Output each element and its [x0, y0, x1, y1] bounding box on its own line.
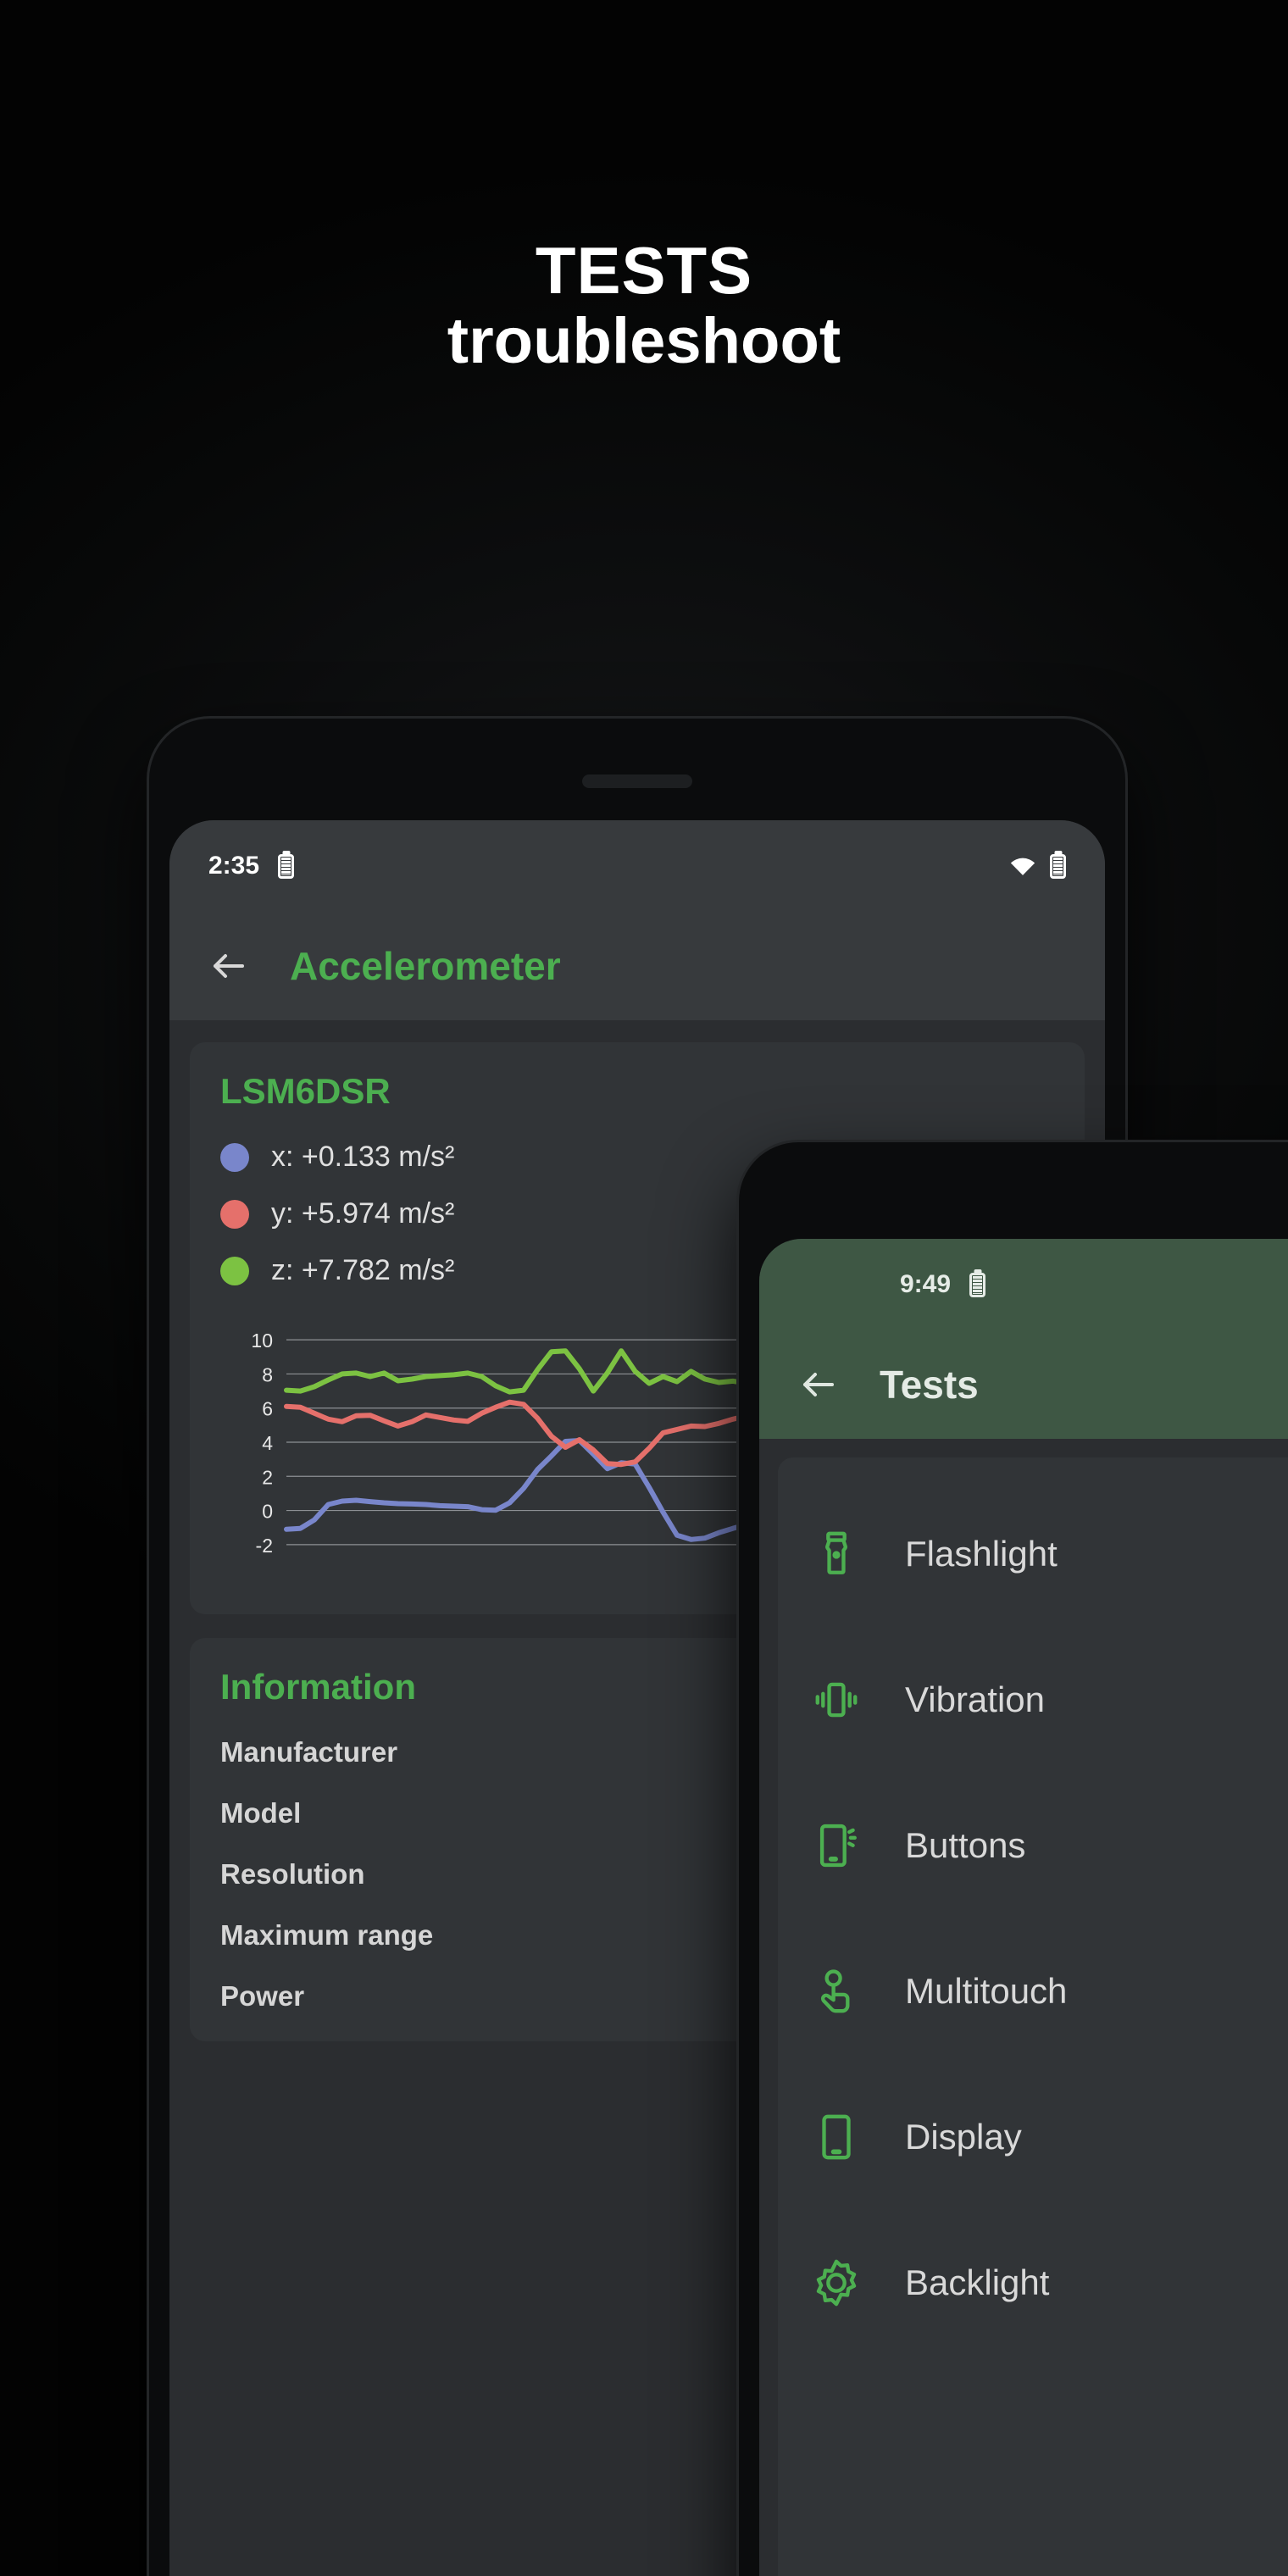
status-time-tests: 9:49 [900, 1270, 952, 1298]
page-title-tests: Tests [880, 1363, 979, 1407]
x-axis-value: x: +0.133 m/s² [271, 1141, 455, 1173]
brightness-icon [812, 2258, 861, 2307]
vibration-icon [812, 1675, 861, 1724]
buttons-phone-icon [812, 1821, 861, 1870]
z-axis-dot [220, 1256, 249, 1285]
test-list-item-label: Flashlight [905, 1534, 1058, 1574]
test-list-item-backlight[interactable]: Backlight [778, 2210, 1288, 2356]
test-list-item-label: Multitouch [905, 1971, 1068, 2011]
phone-b-content: Flashlight Vibration Buttons Multitouch Disp… [759, 1439, 1288, 2576]
phone-b-screen: 9:49 Tests Flashlight Vibration Buttons Mul… [759, 1239, 1288, 2576]
chart-y-tick: 2 [262, 1466, 273, 1488]
chart-y-tick: 6 [262, 1398, 273, 1420]
test-list-item-label: Vibration [905, 1679, 1046, 1719]
information-key: Maximum range [220, 1919, 434, 1951]
multitouch-hand-icon [812, 1967, 861, 2016]
test-list-item-label: Backlight [905, 2262, 1050, 2302]
status-bar: 2:35 [169, 820, 1105, 912]
z-axis-value: z: +7.782 m/s² [271, 1254, 455, 1286]
promo-screenshot-stage: TESTS troubleshoot 2:35 Accelerometer LS… [0, 0, 1288, 2576]
app-bar-tests: Tests [759, 1330, 1288, 1439]
promo-title-line2: troubleshoot [447, 304, 841, 377]
test-list-item-display[interactable]: Display [778, 2064, 1288, 2210]
promo-title-line1: TESTS [535, 233, 753, 308]
tests-list: Flashlight Vibration Buttons Multitouch Disp… [778, 1457, 1288, 2576]
y-axis-value: y: +5.974 m/s² [271, 1197, 455, 1230]
chart-y-tick: -2 [256, 1535, 273, 1557]
y-axis-dot [220, 1199, 249, 1229]
test-list-item-label: Buttons [905, 1825, 1026, 1865]
chart-y-tick: 10 [251, 1330, 273, 1352]
test-list-item-multitouch[interactable]: Multitouch [778, 1918, 1288, 2064]
test-list-item-vibration[interactable]: Vibration [778, 1627, 1288, 1773]
status-time: 2:35 [208, 852, 260, 880]
test-list-item-flashlight[interactable]: Flashlight [778, 1481, 1288, 1627]
back-arrow-icon-tests[interactable] [798, 1364, 839, 1405]
information-key: Resolution [220, 1858, 365, 1890]
chart-y-tick: 4 [262, 1432, 273, 1454]
information-key: Power [220, 1980, 305, 2012]
battery-icon [278, 853, 295, 879]
status-bar-tests: 9:49 [759, 1239, 1288, 1330]
status-battery-icon [1050, 853, 1066, 879]
test-list-item-label: Display [905, 2117, 1022, 2157]
chart-y-tick: 8 [262, 1363, 273, 1385]
app-bar: Accelerometer [169, 912, 1105, 1020]
phone-mockup-tests: 9:49 Tests Flashlight Vibration Buttons Mul… [739, 1142, 1288, 2576]
sensor-name: LSM6DSR [220, 1071, 391, 1111]
flashlight-icon [812, 1530, 861, 1579]
test-list-item-buttons[interactable]: Buttons [778, 1773, 1288, 1918]
back-arrow-icon[interactable] [208, 946, 249, 986]
wifi-icon [1009, 856, 1036, 876]
information-key: Model [220, 1797, 302, 1829]
earpiece-speaker [582, 774, 692, 788]
promo-heading: TESTS troubleshoot [0, 233, 1288, 377]
display-phone-icon [812, 2112, 861, 2162]
chart-y-tick: 0 [262, 1501, 273, 1523]
page-title: Accelerometer [290, 944, 561, 988]
x-axis-dot [220, 1142, 249, 1172]
information-key: Manufacturer [220, 1736, 398, 1768]
battery-icon-tests [969, 1272, 986, 1297]
